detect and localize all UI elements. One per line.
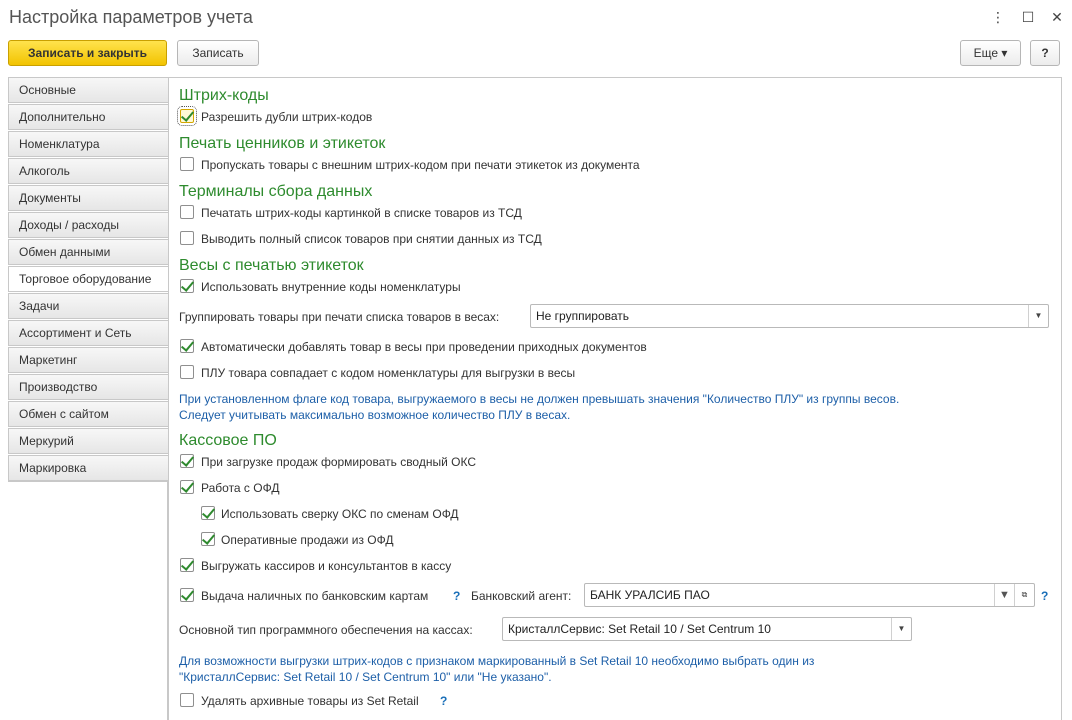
sidebar-item-mercury[interactable]: Меркурий (8, 428, 168, 454)
sidebar-item-income-expenses[interactable]: Доходы / расходы (8, 212, 168, 238)
delete-archive-help-icon[interactable]: ? (440, 693, 447, 709)
software-type-label: Основной тип программного обеспечения на… (179, 623, 473, 637)
ofd-label: Работа с ОФД (201, 481, 280, 495)
title-bar: Настройка параметров учета ⋮ ☐ ✕ (0, 0, 1072, 36)
bank-agent-label: Банковский агент: (471, 589, 572, 603)
section-title-labels: Печать ценников и этикеток (179, 135, 386, 152)
sections-sidebar: Основные Дополнительно Номенклатура Алко… (8, 77, 169, 482)
bank-agent-select[interactable]: БАНК УРАЛСИБ ПАО ▼ ⧉ (584, 583, 1035, 607)
section-title-scales: Весы с печатью этикеток (179, 257, 364, 274)
skip-external-barcode-label: Пропускать товары с внешним штрих-кодом … (201, 158, 640, 172)
sidebar-item-marketing[interactable]: Маркетинг (8, 347, 168, 373)
group-goods-value: Не группировать (536, 309, 630, 323)
sidebar-item-additional[interactable]: Дополнительно (8, 104, 168, 130)
export-cashiers-label: Выгружать кассиров и консультантов в кас… (201, 559, 452, 573)
internal-codes-checkbox[interactable] (180, 279, 194, 293)
close-icon[interactable]: ✕ (1048, 8, 1066, 26)
sidebar-item-tasks[interactable]: Задачи (8, 293, 168, 319)
group-goods-label: Группировать товары при печати списка то… (179, 310, 500, 324)
more-menu-icon[interactable]: ⋮ (989, 8, 1007, 26)
bank-agent-help-icon[interactable]: ? (1041, 588, 1048, 604)
print-barcodes-image-label: Печатать штрих-коды картинкой в списке т… (201, 206, 522, 220)
window-title: Настройка параметров учета (9, 7, 253, 27)
group-goods-select[interactable]: Не группировать ▼ (530, 304, 1049, 328)
plu-match-checkbox[interactable] (180, 365, 194, 379)
software-note-line1: Для возможности выгрузки штрих-кодов с п… (179, 654, 815, 668)
full-list-label: Выводить полный список товаров при сняти… (201, 232, 542, 246)
internal-codes-label: Использовать внутренние коды номенклатур… (201, 280, 461, 294)
save-button[interactable]: Записать (177, 40, 259, 66)
software-type-select[interactable]: КристаллСервис: Set Retail 10 / Set Cent… (502, 617, 912, 641)
bank-agent-value: БАНК УРАЛСИБ ПАО (590, 588, 710, 602)
software-note-line2: "КристаллСервис: Set Retail 10 / Set Cen… (179, 670, 552, 684)
delete-archive-label: Удалять архивные товары из Set Retail (201, 694, 419, 708)
section-title-tsd: Терминалы сбора данных (179, 183, 373, 200)
cash-out-help-icon[interactable]: ? (453, 588, 460, 604)
sidebar-item-data-exchange[interactable]: Обмен данными (8, 239, 168, 265)
export-cashiers-checkbox[interactable] (180, 558, 194, 572)
sidebar-item-assortment[interactable]: Ассортимент и Сеть (8, 320, 168, 346)
ofd-checkbox[interactable] (180, 480, 194, 494)
full-list-checkbox[interactable] (180, 231, 194, 245)
open-form-icon[interactable]: ⧉ (1014, 584, 1034, 606)
chevron-down-icon[interactable]: ▼ (1028, 305, 1048, 327)
cash-out-checkbox[interactable] (180, 588, 194, 602)
maximize-icon[interactable]: ☐ (1019, 8, 1037, 26)
plu-note-line2: Следует учитывать максимально возможное … (179, 408, 571, 422)
command-bar: Записать и закрыть Записать Еще ▾ ? (0, 38, 1072, 70)
chevron-down-icon[interactable]: ▼ (891, 618, 911, 640)
auto-add-checkbox[interactable] (180, 339, 194, 353)
oks-reconcile-label: Использовать сверку ОКС по сменам ОФД (221, 507, 459, 521)
section-title-pos: Кассовое ПО (179, 432, 277, 449)
sidebar-item-alcohol[interactable]: Алкоголь (8, 158, 168, 184)
chevron-down-icon[interactable]: ▼ (994, 584, 1014, 606)
sidebar-item-nomenclature[interactable]: Номенклатура (8, 131, 168, 157)
sidebar-item-documents[interactable]: Документы (8, 185, 168, 211)
allow-duplicates-checkbox[interactable] (177, 106, 197, 126)
delete-archive-checkbox[interactable] (180, 693, 194, 707)
cash-out-label: Выдача наличных по банковским картам (201, 589, 429, 603)
ofd-sales-checkbox[interactable] (201, 532, 215, 546)
sidebar-item-labeling[interactable]: Маркировка (8, 455, 168, 481)
sidebar-item-production[interactable]: Производство (8, 374, 168, 400)
oks-reconcile-checkbox[interactable] (201, 506, 215, 520)
print-barcodes-image-checkbox[interactable] (180, 205, 194, 219)
plu-match-label: ПЛУ товара совпадает с кодом номенклатур… (201, 366, 576, 380)
summary-oks-label: При загрузке продаж формировать сводный … (201, 455, 476, 469)
allow-duplicates-label: Разрешить дубли штрих-кодов (201, 110, 373, 124)
sidebar-item-site-exchange[interactable]: Обмен с сайтом (8, 401, 168, 427)
help-button[interactable]: ? (1030, 40, 1060, 66)
summary-oks-checkbox[interactable] (180, 454, 194, 468)
section-title-barcodes: Штрих-коды (179, 87, 269, 104)
ofd-sales-label: Оперативные продажи из ОФД (221, 533, 394, 547)
sidebar-item-main[interactable]: Основные (8, 77, 168, 103)
sidebar-item-trade-equipment[interactable]: Торговое оборудование (8, 266, 169, 292)
auto-add-label: Автоматически добавлять товар в весы при… (201, 340, 647, 354)
save-and-close-button[interactable]: Записать и закрыть (8, 40, 167, 66)
skip-external-barcode-checkbox[interactable] (180, 157, 194, 171)
plu-note-line1: При установленном флаге код товара, выгр… (179, 392, 900, 406)
more-button[interactable]: Еще ▾ (960, 40, 1021, 66)
sidebar-empty-area (8, 481, 168, 720)
software-type-value: КристаллСервис: Set Retail 10 / Set Cent… (508, 622, 771, 636)
